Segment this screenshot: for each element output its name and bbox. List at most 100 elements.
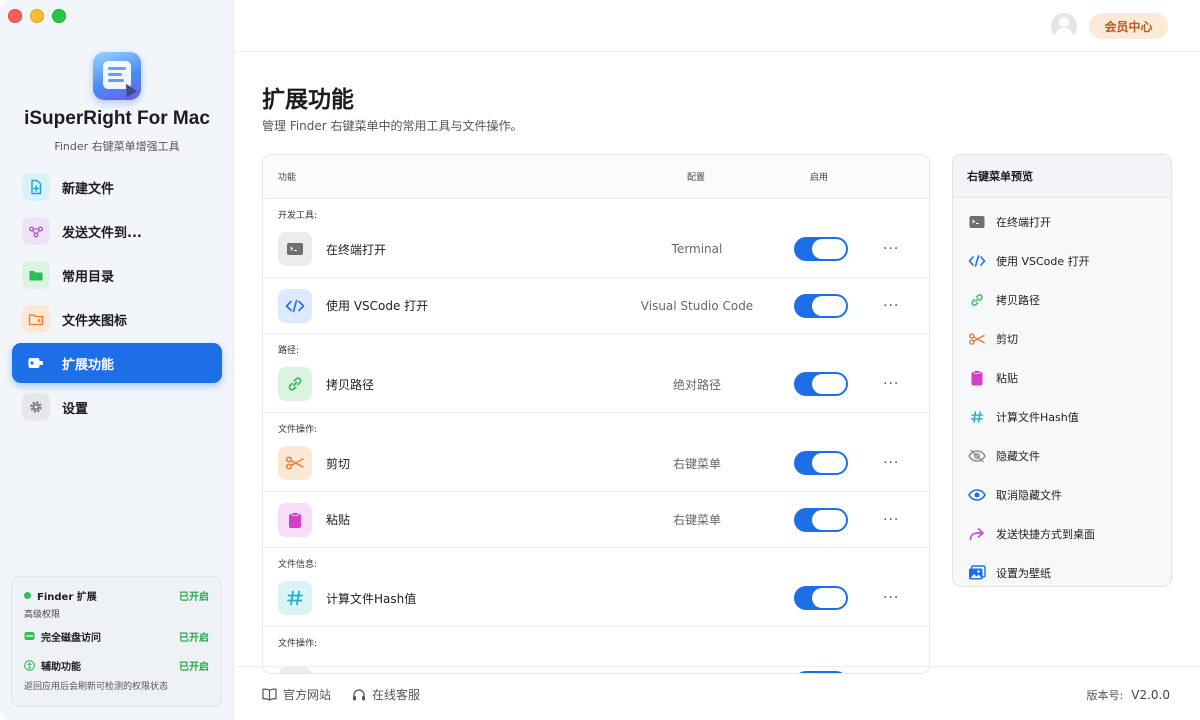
more-options-button[interactable]: ···: [883, 241, 899, 257]
enable-toggle[interactable]: [794, 293, 848, 318]
sidebar-item-new-file[interactable]: 新建文件: [12, 167, 222, 207]
group-title: 文件操作:: [278, 425, 318, 435]
more-options-button[interactable]: ···: [883, 590, 899, 606]
version-label: 版本号:: [1086, 689, 1124, 702]
preview-title: 右键菜单预览: [953, 155, 1171, 198]
table-row: 粘贴 右键菜单 ···: [263, 492, 929, 548]
more-options-button[interactable]: ···: [883, 455, 899, 471]
row-label: 粘贴: [326, 513, 351, 527]
eye-slash-icon: [968, 447, 986, 465]
page-title: 扩展功能: [262, 87, 354, 113]
row-label: 剪切: [326, 456, 351, 471]
sidebar-item-folder-icon[interactable]: 文件夹图标: [12, 299, 222, 339]
enable-toggle[interactable]: [794, 237, 848, 261]
column-header-enabled: 启用: [810, 173, 829, 183]
clipboard-icon: [968, 369, 986, 387]
sidebar-item-common-dirs[interactable]: 常用目录: [12, 255, 222, 295]
column-header-feature: 功能: [278, 173, 297, 183]
sidebar-item-settings[interactable]: 设置: [12, 387, 222, 427]
window-controls: [8, 9, 66, 23]
table-row: 拷贝路径 绝对路径 ···: [263, 356, 929, 413]
preview-item: 设置为壁纸: [953, 553, 1171, 586]
sidebar-item-label: 新建文件: [62, 181, 115, 197]
sidebar-item-label: 扩展功能: [62, 357, 115, 373]
more-options-button[interactable]: ···: [883, 298, 899, 314]
preview-item: 取消隐藏文件: [953, 475, 1171, 514]
row-config: Terminal: [671, 242, 723, 256]
context-menu-preview: 右键菜单预览 在终端打开 使用 VSCode 打开 拷贝路径 剪切 粘贴 计算文…: [952, 154, 1172, 587]
permission-disk-access[interactable]: 完全磁盘访问 已开启: [24, 628, 209, 644]
preview-item: 计算文件Hash值: [953, 397, 1171, 436]
row-config: 绝对路径: [672, 377, 721, 392]
page-subtitle: 管理 Finder 右键菜单中的常用工具与文件操作。: [262, 119, 523, 133]
eye-icon: [968, 486, 986, 504]
column-header-config: 配置: [687, 173, 706, 183]
online-support-link[interactable]: 在线客服: [352, 686, 420, 703]
row-config: 右键菜单: [672, 456, 721, 471]
row-label: 拷贝路径: [326, 377, 375, 392]
group-title: 开发工具:: [278, 211, 318, 221]
table-row: 剪切 右键菜单 ···: [263, 435, 929, 492]
permissions-note: 返回应用后会刷新可检测的权限状态: [24, 682, 169, 692]
permissions-panel: Finder 扩展 已开启 高级权限 完全磁盘访问 已开启 辅助功能 已开启 返…: [11, 576, 222, 707]
link-icon: [968, 291, 986, 309]
enable-toggle[interactable]: [794, 586, 848, 610]
terminal-icon: [968, 213, 986, 231]
status-badge: 已开启: [179, 632, 209, 644]
scissors-icon: [278, 446, 312, 480]
status-dot-icon: [24, 591, 31, 599]
minimize-window-button[interactable]: [30, 9, 44, 23]
sidebar-item-label: 常用目录: [62, 269, 115, 285]
code-icon: [278, 288, 312, 323]
wallpaper-icon: [968, 564, 986, 582]
table-header: 功能 配置 启用: [263, 155, 929, 199]
sidebar-item-label: 设置: [62, 401, 89, 417]
preview-item: 剪切: [953, 319, 1171, 358]
new-file-icon: [22, 173, 50, 201]
enable-toggle[interactable]: [794, 507, 848, 532]
row-label: 在终端打开: [326, 242, 387, 257]
sidebar-item-extensions[interactable]: 扩展功能: [12, 343, 222, 383]
close-window-button[interactable]: [8, 9, 22, 23]
share-nodes-icon: [22, 217, 50, 245]
extension-icon: [22, 349, 50, 377]
vip-center-button[interactable]: 会员中心: [1089, 13, 1168, 39]
code-icon: [968, 252, 986, 270]
enable-toggle[interactable]: [794, 372, 848, 396]
clipboard-icon: [278, 502, 312, 537]
enable-toggle[interactable]: [794, 451, 848, 475]
headset-icon: [352, 688, 366, 702]
row-label: 计算文件Hash值: [326, 591, 417, 606]
avatar[interactable]: [1051, 13, 1077, 39]
version-number: V2.0.0: [1131, 688, 1170, 702]
preview-item: 粘贴: [953, 358, 1171, 397]
link-icon: [278, 367, 312, 401]
zoom-window-button[interactable]: [52, 9, 66, 23]
accessibility-icon: [24, 659, 35, 671]
hash-icon: [278, 581, 312, 615]
preview-item: 在终端打开: [953, 202, 1171, 241]
gear-icon: [22, 393, 50, 421]
folder-icon: [22, 261, 50, 289]
advanced-permissions-label: 高级权限: [24, 610, 61, 620]
permission-accessibility[interactable]: 辅助功能 已开启: [24, 657, 209, 673]
preview-item: 隐藏文件: [953, 436, 1171, 475]
preview-item: 拷贝路径: [953, 280, 1171, 319]
sidebar-item-send-file[interactable]: 发送文件到...: [12, 211, 222, 251]
group-title: 文件信息:: [278, 560, 318, 570]
preview-item: 发送快捷方式到桌面: [953, 514, 1171, 553]
group-title: 文件操作:: [278, 639, 318, 649]
preview-item: 使用 VSCode 打开: [953, 241, 1171, 280]
more-options-button[interactable]: ···: [883, 512, 899, 528]
extensions-table: 功能 配置 启用 开发工具: 在终端打开 Terminal ··· 使用 VSC…: [262, 154, 930, 674]
scissors-icon: [968, 330, 986, 348]
sidebar-nav: 新建文件 发送文件到... 常用目录 文件夹图标 扩展功能 设置: [12, 167, 222, 431]
row-config: 右键菜单: [672, 513, 721, 527]
more-options-button[interactable]: ···: [883, 376, 899, 392]
share-arrow-icon: [968, 525, 986, 543]
table-row: 计算文件Hash值 ···: [263, 570, 929, 627]
permission-finder: Finder 扩展 已开启: [24, 587, 209, 603]
sidebar-item-label: 文件夹图标: [62, 313, 128, 329]
sidebar-item-label: 发送文件到...: [62, 225, 142, 241]
official-website-link[interactable]: 官方网站: [262, 686, 331, 703]
